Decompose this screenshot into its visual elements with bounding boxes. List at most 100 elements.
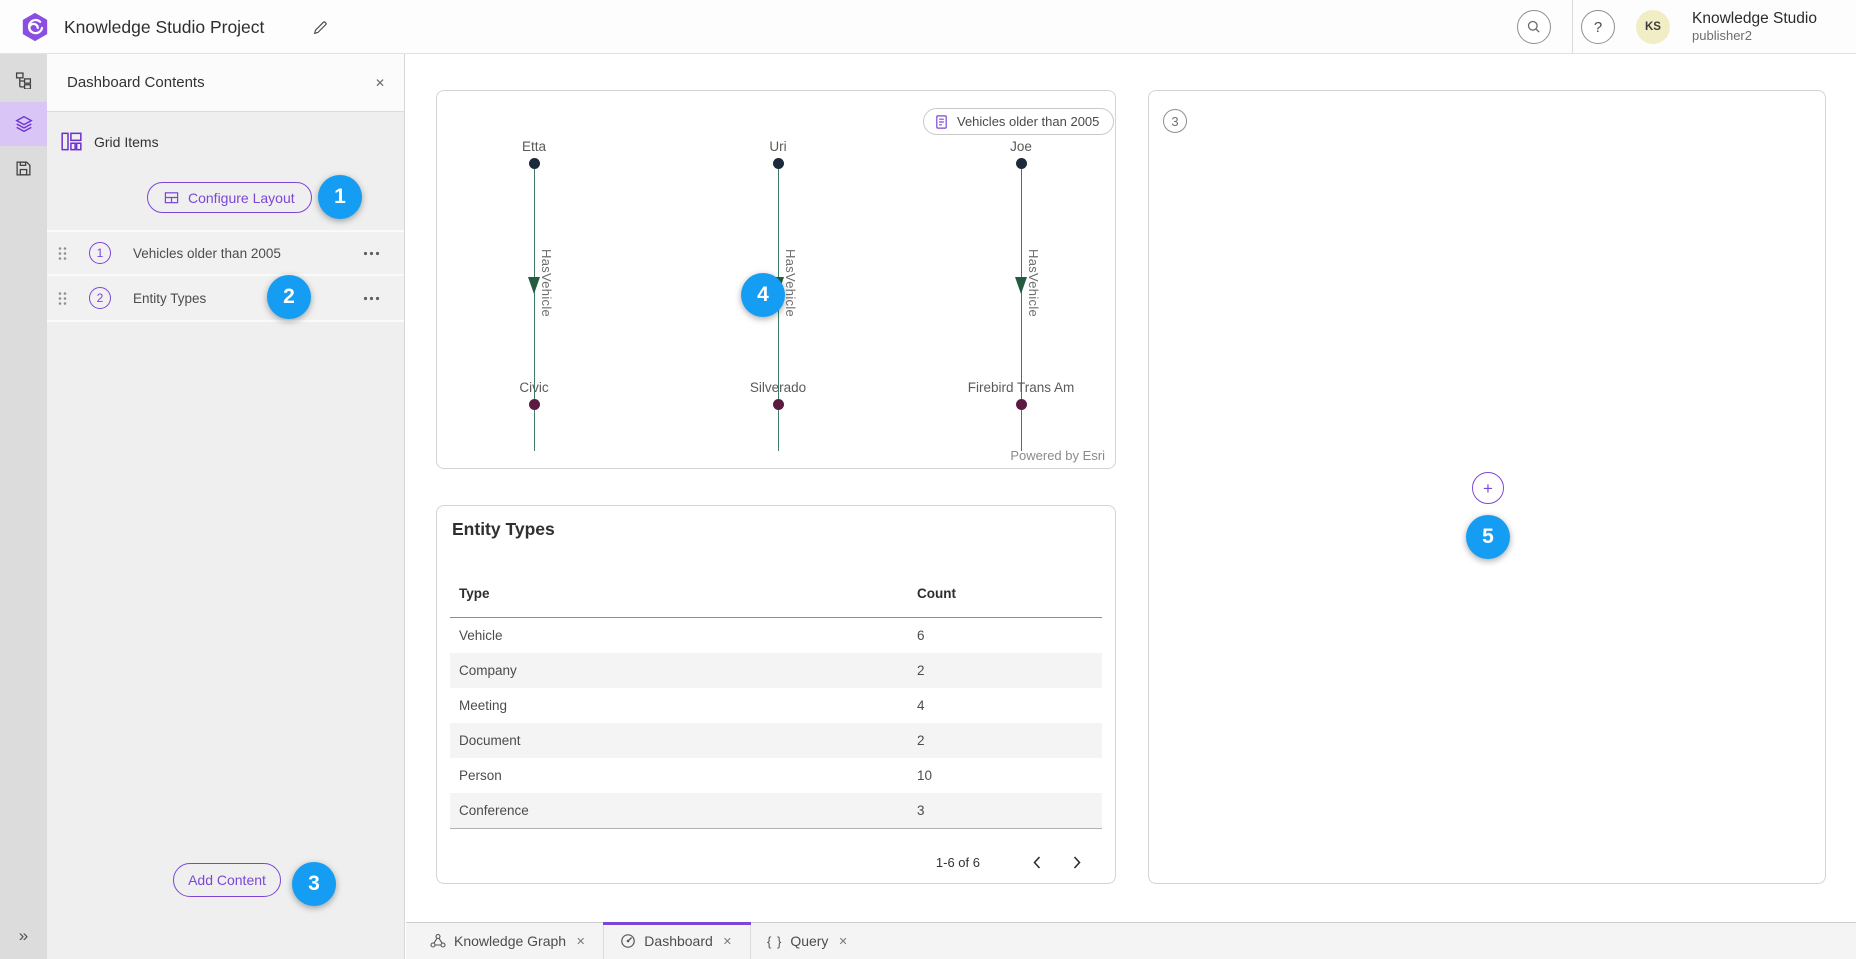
left-icon-rail: »: [0, 54, 47, 959]
table-row: Meeting 4: [450, 688, 1102, 723]
tab-label: Knowledge Graph: [454, 933, 566, 949]
callout-badge: 3: [292, 862, 336, 906]
configure-layout-label: Configure Layout: [188, 190, 295, 206]
link-chart-title-chip[interactable]: Vehicles older than 2005: [923, 108, 1114, 135]
cell-type: Company: [459, 663, 917, 678]
graph-node-vehicle[interactable]: [773, 399, 784, 410]
graph-node-label: Etta: [449, 139, 619, 154]
panel-title: Dashboard Contents: [67, 54, 205, 112]
table-row: Document 2: [450, 723, 1102, 758]
item-index-badge: 1: [89, 242, 111, 264]
user-menu[interactable]: Knowledge Studio publisher2: [1692, 9, 1817, 45]
graph-node-label: Civic: [449, 380, 619, 395]
cell-count: 3: [917, 803, 925, 818]
close-tab-icon[interactable]: ✕: [721, 933, 734, 950]
configure-layout-button[interactable]: Configure Layout: [147, 182, 312, 213]
edit-title-icon[interactable]: [312, 19, 329, 36]
dashboard-gauge-icon: [620, 933, 636, 949]
tab-query[interactable]: { } Query ✕: [751, 923, 866, 959]
callout-badge: 5: [1466, 515, 1510, 559]
help-button[interactable]: ?: [1581, 10, 1615, 44]
report-icon: [934, 114, 949, 130]
add-content-button[interactable]: Add Content: [173, 863, 281, 897]
table-row: Person 10: [450, 758, 1102, 793]
graph-edge-group: Etta HasVehicle Civic: [449, 137, 619, 427]
search-button[interactable]: [1517, 10, 1551, 44]
entity-types-card: Entity Types Type Count Vehicle 6 Compan…: [436, 505, 1116, 884]
question-mark-icon: ?: [1594, 19, 1602, 36]
header-divider: [1572, 0, 1573, 53]
list-item[interactable]: 1 Vehicles older than 2005: [47, 230, 404, 276]
list-item[interactable]: 2 Entity Types: [47, 276, 404, 322]
graph-node-label: Silverado: [693, 380, 863, 395]
plus-icon: +: [1483, 480, 1493, 497]
app-logo-icon[interactable]: [20, 12, 50, 42]
tab-label: Query: [790, 933, 828, 949]
app-header: Knowledge Studio Project ? KS Knowledge …: [0, 0, 1856, 54]
configure-grid-icon: [164, 190, 179, 205]
item-index-badge: 2: [89, 287, 111, 309]
tab-label: Dashboard: [644, 933, 713, 949]
graph-node-label: Uri: [693, 139, 863, 154]
active-tab-indicator: [603, 922, 751, 925]
search-icon: [1526, 19, 1542, 35]
user-name: Knowledge Studio: [1692, 9, 1817, 28]
cell-type: Person: [459, 768, 917, 783]
item-options-button[interactable]: [359, 247, 384, 260]
avatar-initials: KS: [1645, 21, 1661, 33]
drag-handle-icon[interactable]: [58, 291, 67, 306]
chevron-right-icon: [1073, 856, 1081, 869]
panel-header: Dashboard Contents ✕: [47, 54, 404, 112]
list-item-label: Vehicles older than 2005: [133, 246, 281, 261]
close-tab-icon[interactable]: ✕: [574, 933, 587, 950]
expand-rail-button[interactable]: »: [0, 916, 47, 956]
close-tab-icon[interactable]: ✕: [836, 933, 849, 950]
table-body: Vehicle 6 Company 2 Meeting 4 Document 2…: [450, 618, 1102, 829]
avatar[interactable]: KS: [1636, 10, 1670, 44]
item-options-button[interactable]: [359, 292, 384, 305]
graph-node-person[interactable]: [773, 158, 784, 169]
grid-items-list: 1 Vehicles older than 2005 2 Entity Type…: [47, 230, 404, 322]
tab-knowledge-graph[interactable]: Knowledge Graph ✕: [414, 923, 603, 959]
ellipsis-icon: [363, 251, 380, 256]
table-pagination: 1-6 of 6: [936, 844, 1102, 880]
graph-edge-label: HasVehicle: [539, 249, 554, 317]
bottom-tab-bar: Knowledge Graph ✕ Dashboard ✕ { } Query …: [406, 922, 1856, 959]
graph-edge-label: HasVehicle: [1026, 249, 1041, 317]
graph-node-person[interactable]: [1016, 158, 1027, 169]
grid-items-section: Grid Items: [61, 132, 159, 151]
braces-icon: { }: [767, 934, 782, 949]
list-item-label: Entity Types: [133, 291, 206, 306]
callout-badge: 4: [741, 273, 785, 317]
drag-handle-icon[interactable]: [58, 246, 67, 261]
table-row: Company 2: [450, 653, 1102, 688]
slot-index-badge: 3: [1163, 109, 1187, 133]
knowledge-graph-icon: [430, 933, 446, 949]
close-panel-button[interactable]: ✕: [368, 71, 392, 95]
card-title: Entity Types: [452, 519, 555, 540]
org-chart-icon: [15, 72, 32, 89]
ellipsis-icon: [363, 296, 380, 301]
callout-badge: 2: [267, 275, 311, 319]
cell-type: Vehicle: [459, 628, 917, 643]
sidebar-item-save[interactable]: [0, 146, 47, 190]
add-item-to-slot-button[interactable]: +: [1472, 472, 1504, 504]
table-header: Type Count: [450, 578, 1102, 618]
tab-dashboard[interactable]: Dashboard ✕: [603, 923, 751, 959]
grid-items-label: Grid Items: [94, 134, 159, 150]
graph-node-vehicle[interactable]: [529, 399, 540, 410]
grid-layout-icon: [61, 132, 82, 151]
close-icon: ✕: [375, 76, 385, 90]
next-page-button[interactable]: [1062, 847, 1092, 877]
column-header-count: Count: [917, 586, 956, 601]
graph-node-label: Joe: [936, 139, 1106, 154]
graph-node-person[interactable]: [529, 158, 540, 169]
cell-count: 4: [917, 698, 925, 713]
sidebar-item-knowledge-graph-model[interactable]: [0, 58, 47, 102]
empty-grid-slot-card: 3 +: [1148, 90, 1826, 884]
previous-page-button[interactable]: [1022, 847, 1052, 877]
graph-node-vehicle[interactable]: [1016, 399, 1027, 410]
sidebar-item-dashboard-contents[interactable]: [0, 102, 47, 146]
cell-count: 2: [917, 663, 925, 678]
cell-count: 10: [917, 768, 932, 783]
